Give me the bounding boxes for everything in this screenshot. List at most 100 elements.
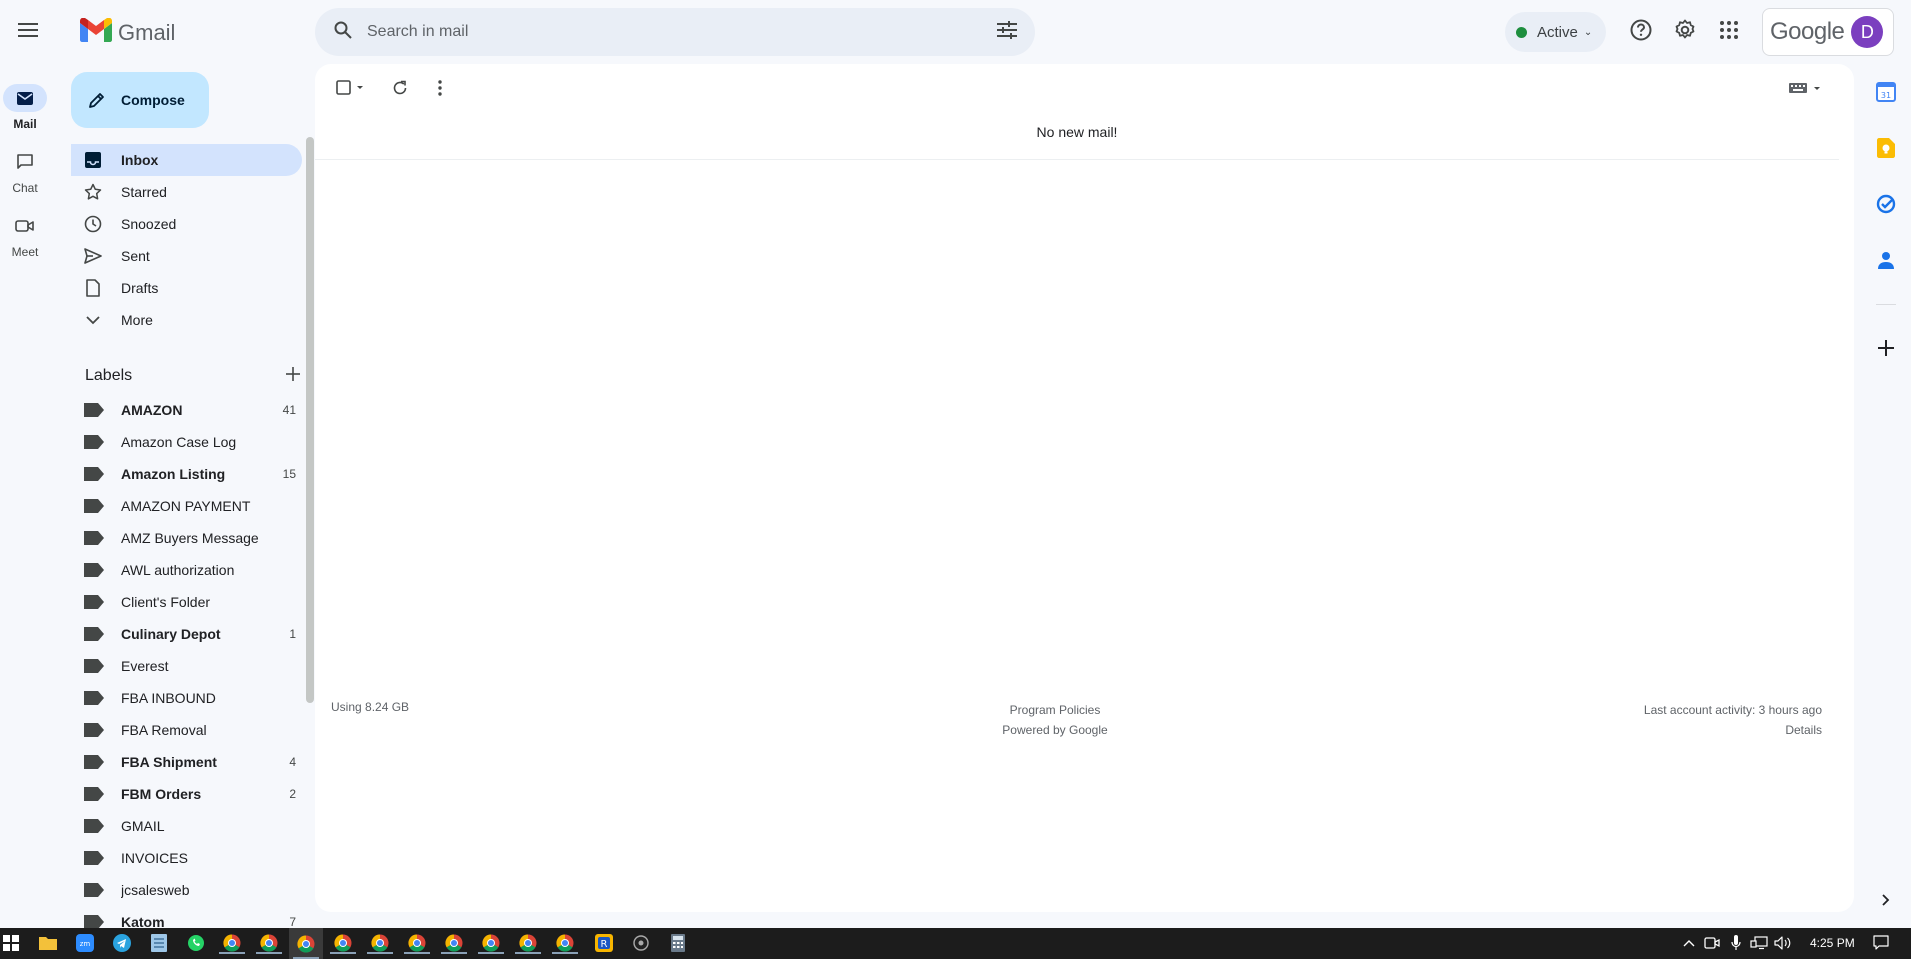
label-item[interactable]: AMAZON 41 [71,394,302,426]
tray-network[interactable] [1748,932,1770,954]
taskbar-chrome-window[interactable] [552,932,578,954]
nav-item-starred[interactable]: Starred [71,176,302,208]
label-item[interactable]: jcsalesweb [71,874,302,906]
taskbar-notepad[interactable] [148,932,170,954]
main-menu-button[interactable] [8,12,48,52]
search-input[interactable] [367,23,983,41]
label-item[interactable]: Katom 7 [71,906,302,928]
contacts-button[interactable] [1868,242,1904,278]
taskbar-whatsapp[interactable] [185,932,207,954]
select-checkbox[interactable] [331,72,371,104]
calendar-button[interactable]: 31 [1868,74,1904,110]
rail-item-mail[interactable]: Mail [0,84,50,131]
nav-scrollbar[interactable] [306,137,314,703]
taskbar-app-dark[interactable] [630,932,652,954]
rail-item-meet[interactable]: Meet [0,212,50,259]
label-item[interactable]: Amazon Case Log [71,426,302,458]
label-item[interactable]: AWL authorization [71,554,302,586]
taskbar-chrome-window[interactable] [404,932,430,954]
taskbar-file-explorer[interactable] [37,932,59,954]
divider [1876,304,1896,305]
chrome-icon [297,934,315,953]
taskbar-chrome-window[interactable] [256,932,282,954]
label-item[interactable]: GMAIL [71,810,302,842]
taskbar-telegram[interactable] [111,932,133,954]
nav-item-drafts[interactable]: Drafts [71,272,302,304]
rail-item-chat[interactable]: Chat [0,148,50,195]
svg-text:31: 31 [1881,91,1891,100]
program-policies-link[interactable]: Program Policies [975,700,1135,720]
gmail-logo[interactable]: Gmail [80,17,175,47]
google-apps-button[interactable] [1709,12,1749,52]
chevron-right-icon [1882,894,1890,906]
label-item[interactable]: Everest [71,650,302,682]
chrome-icon [371,934,389,952]
more-actions-button[interactable] [424,72,456,104]
settings-button[interactable] [1665,12,1705,52]
nav-item-inbox[interactable]: Inbox [71,144,302,176]
nav-item-more[interactable]: More [71,304,302,336]
label-item[interactable]: FBM Orders 2 [71,778,302,810]
label-item[interactable]: AMAZON PAYMENT [71,490,302,522]
tasks-button[interactable] [1868,186,1904,222]
tray-microphone[interactable] [1725,932,1747,954]
details-link[interactable]: Details [1644,720,1822,740]
notification-center[interactable] [1870,932,1892,954]
nav-item-sent[interactable]: Sent [71,240,302,272]
support-button[interactable] [1621,12,1661,52]
taskbar-app-r[interactable]: R [593,932,615,954]
nav-item-label: Inbox [121,152,159,168]
chevron-up-icon [1683,940,1695,947]
label-name: FBM Orders [121,786,202,802]
rail-label: Mail [13,117,37,131]
label-item[interactable]: Culinary Depot 1 [71,618,302,650]
compose-button[interactable]: Compose [71,72,209,128]
apps-grid-icon [1720,20,1738,44]
status-selector[interactable]: Active ⌄ [1505,12,1606,52]
taskbar-calculator[interactable] [667,932,689,954]
input-tools-button[interactable] [1785,72,1825,104]
tray-meet-now[interactable] [1701,932,1723,954]
label-name: AMZ Buyers Message [121,530,259,546]
label-item[interactable]: FBA INBOUND [71,682,302,714]
start-button[interactable] [0,932,22,954]
tray-volume[interactable] [1772,932,1794,954]
taskbar-chrome-window[interactable] [367,932,393,954]
contacts-icon [1878,252,1894,269]
taskbar-chrome-window[interactable] [441,932,467,954]
taskbar-clock[interactable]: 4:25 PM [1810,928,1855,959]
nav-item-label: Snoozed [121,216,177,232]
taskbar-chrome-window[interactable] [219,932,245,954]
account-button[interactable]: Google D [1762,8,1894,56]
taskbar-chrome-window[interactable] [515,932,541,954]
taskbar-zoom[interactable]: zm [74,932,96,954]
label-item[interactable]: Client's Folder [71,586,302,618]
search-icon [334,21,352,44]
taskbar-chrome-window[interactable] [478,932,504,954]
search-options-button[interactable] [983,8,1031,56]
help-icon [1630,19,1652,46]
label-item[interactable]: INVOICES [71,842,302,874]
label-name: Katom [121,914,165,928]
chrome-icon [223,934,241,952]
show-hidden-icons[interactable] [1678,932,1700,954]
label-item[interactable]: AMZ Buyers Message [71,522,302,554]
label-name: Amazon Case Log [121,434,237,450]
taskbar-chrome-window[interactable] [289,928,323,959]
taskbar-chrome-window[interactable] [330,932,356,954]
label-item[interactable]: FBA Shipment 4 [71,746,302,778]
storage-usage[interactable]: Using 8.24 GB [331,700,409,714]
chrome-icon [482,934,500,952]
show-side-panel-button[interactable] [1868,882,1904,918]
keep-button[interactable] [1868,130,1904,166]
label-item[interactable]: FBA Removal [71,714,302,746]
avatar: D [1851,16,1884,48]
label-item[interactable]: Amazon Listing 15 [71,458,302,490]
nav-item-snoozed[interactable]: Snoozed [71,208,302,240]
search-button[interactable] [319,8,367,56]
inbox-icon [83,150,103,170]
refresh-button[interactable] [384,72,416,104]
create-label-button[interactable] [286,366,300,386]
get-addons-button[interactable] [1868,330,1904,366]
running-indicator [404,952,430,954]
